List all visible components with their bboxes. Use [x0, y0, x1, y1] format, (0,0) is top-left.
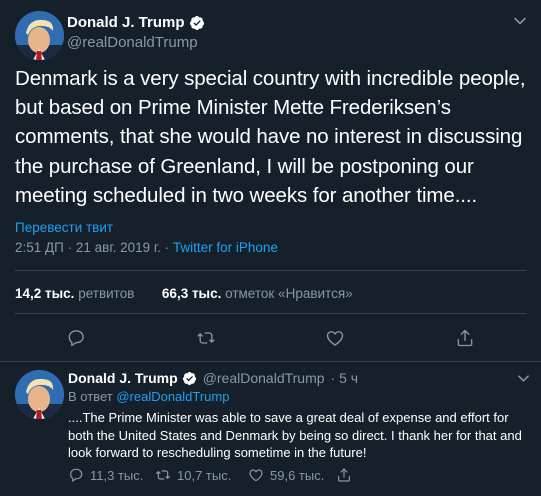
- tweet-source-link[interactable]: Twitter for iPhone: [173, 240, 278, 255]
- like-icon[interactable]: [325, 328, 345, 348]
- like-count: 59,6 тыс.: [270, 467, 325, 483]
- reply-author-row[interactable]: Donald J. Trump @realDonaldTrump · 5 ч: [68, 370, 358, 386]
- reply-tweet-text: ....The Prime Minister was able to save …: [68, 410, 522, 460]
- retweet-count: 10,7 тыс.: [177, 467, 232, 483]
- avatar-image: [15, 11, 64, 60]
- main-tweet-header: Donald J. Trump @realDonaldTrump: [15, 10, 527, 62]
- chevron-down-icon[interactable]: [513, 14, 527, 28]
- like-icon: [249, 469, 263, 482]
- reply-time-ago[interactable]: · 5 ч: [331, 370, 359, 386]
- verified-badge-icon: [189, 15, 204, 30]
- reply-author-handle[interactable]: @realDonaldTrump: [203, 370, 325, 386]
- chevron-down-icon[interactable]: [517, 372, 530, 385]
- reply-count: 11,3 тыс.: [90, 467, 144, 483]
- share-icon: [338, 468, 350, 482]
- reply-icon: [70, 468, 83, 482]
- meta-separator: ·: [160, 240, 173, 255]
- divider: [15, 270, 527, 271]
- author-name-row[interactable]: Donald J. Trump: [67, 14, 205, 31]
- divider: [0, 361, 541, 362]
- retweet-icon[interactable]: [196, 328, 216, 348]
- reply-tweet[interactable]: Donald J. Trump @realDonaldTrump · 5 ч В…: [15, 370, 530, 490]
- translate-tweet-link[interactable]: Перевести твит: [15, 220, 113, 235]
- like-button[interactable]: 59,6 тыс.: [248, 467, 324, 483]
- retweet-count[interactable]: 14,2 тыс.: [15, 286, 74, 301]
- tweet-meta: 2:51 ДП · 21 авг. 2019 г. · Twitter for …: [15, 240, 278, 255]
- reply-icon[interactable]: [66, 328, 86, 348]
- tweet-text: Denmark is a very special country with i…: [15, 67, 526, 207]
- reply-button[interactable]: 11,3 тыс.: [68, 467, 143, 483]
- retweet-button[interactable]: 10,7 тыс.: [155, 467, 231, 483]
- reply-context-mention[interactable]: @realDonaldTrump: [116, 389, 229, 404]
- tweet-stats: 14,2 тыс. ретвитов 66,3 тыс. отметок «Нр…: [15, 286, 353, 301]
- reply-context: В ответ @realDonaldTrump: [68, 389, 229, 404]
- divider: [15, 313, 527, 314]
- tweet-actions: [0, 328, 541, 350]
- author-handle[interactable]: @realDonaldTrump: [67, 34, 198, 51]
- retweet-icon: [156, 470, 170, 480]
- like-label[interactable]: отметок «Нравится»: [225, 286, 353, 301]
- reply-context-prefix: В ответ: [68, 389, 113, 404]
- tweet-page: Donald J. Trump @realDonaldTrump Denmark…: [0, 0, 541, 496]
- avatar[interactable]: [15, 370, 64, 419]
- tweet-timestamp[interactable]: 2:51 ДП · 21 авг. 2019 г.: [15, 240, 161, 255]
- avatar-image: [15, 370, 64, 419]
- avatar[interactable]: [15, 11, 64, 60]
- like-count[interactable]: 66,3 тыс.: [162, 286, 221, 301]
- retweet-label[interactable]: ретвитов: [78, 286, 134, 301]
- reply-tweet-actions: 11,3 тыс. 10,7 тыс. 59,6 тыс.: [68, 467, 468, 485]
- reply-author-display-name[interactable]: Donald J. Trump: [68, 370, 178, 386]
- share-button[interactable]: [336, 467, 358, 483]
- verified-badge-icon: [182, 371, 196, 385]
- share-icon[interactable]: [455, 328, 475, 348]
- author-display-name[interactable]: Donald J. Trump: [67, 14, 185, 31]
